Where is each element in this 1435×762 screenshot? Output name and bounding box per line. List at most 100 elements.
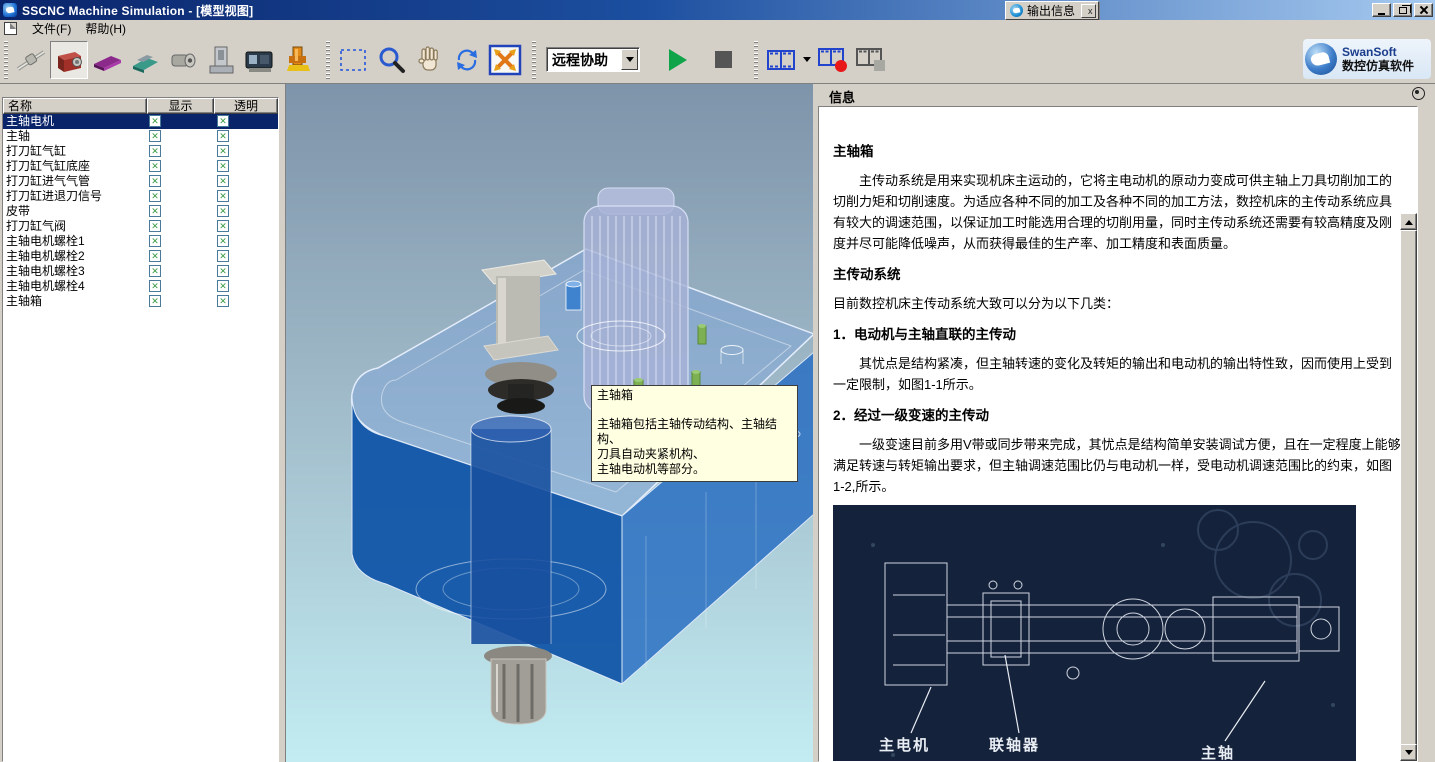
show-checkbox[interactable]: ✕: [149, 220, 161, 232]
combo-dropdown-button[interactable]: [621, 49, 638, 70]
show-checkbox[interactable]: ✕: [149, 295, 161, 307]
show-checkbox[interactable]: ✕: [149, 250, 161, 262]
tool-worktable-button[interactable]: [88, 41, 126, 79]
table-row[interactable]: 主轴✕✕: [3, 129, 278, 144]
transparent-checkbox[interactable]: ✕: [217, 295, 229, 307]
movie-dropdown-button[interactable]: [800, 41, 814, 79]
window-title: SSCNC Machine Simulation - [模型视图]: [22, 2, 253, 19]
pin-icon[interactable]: [1412, 87, 1425, 100]
menu-item-1[interactable]: 帮助(H): [78, 19, 133, 38]
ballscrew-icon: [15, 44, 47, 76]
transparent-checkbox[interactable]: ✕: [217, 265, 229, 277]
zoom-button[interactable]: [372, 41, 410, 79]
pan-button[interactable]: [410, 41, 448, 79]
table-row[interactable]: 打刀缸气缸 ✕ ✕: [3, 144, 278, 159]
show-checkbox[interactable]: ✕: [149, 190, 161, 202]
tooltip-title: 主轴箱: [597, 388, 791, 403]
table-row[interactable]: 主轴电机螺栓4 ✕ ✕: [3, 279, 278, 294]
show-checkbox[interactable]: ✕: [149, 265, 161, 277]
toolbar-grip[interactable]: [532, 41, 536, 79]
output-info-close-button[interactable]: x: [1081, 4, 1096, 18]
transparent-checkbox[interactable]: ✕: [217, 205, 229, 217]
part-name: 打刀缸气缸: [6, 144, 66, 159]
transparent-checkbox[interactable]: ✕: [217, 250, 229, 262]
remote-assist-combobox[interactable]: 远程协助: [546, 47, 640, 72]
transparent-checkbox[interactable]: ✕: [217, 190, 229, 202]
menu-item-0[interactable]: 文件(F): [25, 19, 78, 38]
table-row[interactable]: 打刀缸气缸底座✕✕: [3, 159, 278, 174]
movie-button[interactable]: [762, 41, 800, 79]
scrollbar-thumb[interactable]: [1400, 230, 1417, 762]
show-checkbox[interactable]: ✕: [149, 280, 161, 292]
transparent-checkbox[interactable]: ✕: [217, 160, 229, 172]
document-icon: [4, 22, 17, 35]
record-button[interactable]: [814, 41, 852, 79]
transparent-checkbox[interactable]: ✕: [217, 175, 229, 187]
show-checkbox[interactable]: ✕: [149, 175, 161, 187]
tool-saddle-button[interactable]: [126, 41, 164, 79]
column-header-show[interactable]: 显示: [147, 98, 214, 114]
tool-spindle-button[interactable]: [164, 41, 202, 79]
zoom-icon: [376, 45, 406, 75]
transparent-checkbox[interactable]: ✕: [217, 130, 229, 142]
table-row[interactable]: 打刀缸进气气管✕✕: [3, 174, 278, 189]
rotate-icon: [452, 45, 482, 75]
show-checkbox[interactable]: ✕: [149, 160, 161, 172]
output-info-icon: [1010, 4, 1023, 17]
tool-spindle-box-button[interactable]: [50, 41, 88, 79]
table-row[interactable]: 打刀缸气阀✕✕: [3, 219, 278, 234]
show-checkbox[interactable]: ✕: [149, 235, 161, 247]
part-name: 主轴电机螺栓4: [6, 279, 85, 294]
tooltip-line: 主轴箱包括主轴传动结构、主轴结构、: [597, 417, 791, 447]
tool-toolpost-button[interactable]: [278, 41, 316, 79]
transparent-checkbox[interactable]: ✕: [217, 145, 229, 157]
table-row[interactable]: 主轴电机螺栓2✕✕: [3, 249, 278, 264]
model-viewport[interactable]: 主轴箱 主轴箱包括主轴传动结构、主轴结构、刀具自动夹紧机构、主轴电动机等部分。: [285, 84, 813, 762]
scroll-up-button[interactable]: [1400, 213, 1417, 230]
play-button[interactable]: [660, 41, 698, 79]
spindle-figure-drawing: [833, 505, 1356, 762]
part-name: 主轴箱: [6, 294, 42, 309]
show-checkbox[interactable]: ✕: [149, 115, 161, 127]
restore-button[interactable]: [1393, 3, 1412, 17]
scroll-down-button[interactable]: [1400, 744, 1417, 761]
toolbar-grip[interactable]: [326, 41, 330, 79]
figure-label: 联轴器: [989, 735, 1040, 756]
toolbar-grip[interactable]: [4, 41, 8, 79]
title-bar[interactable]: SSCNC Machine Simulation - [模型视图] 输出信息 x: [0, 0, 1435, 20]
minimize-button[interactable]: [1372, 3, 1391, 17]
table-row[interactable]: 主轴电机螺栓3✕✕: [3, 264, 278, 279]
tool-column-button[interactable]: [202, 41, 240, 79]
stop-record-button[interactable]: [852, 41, 890, 79]
table-row[interactable]: 主轴电机螺栓1✕✕: [3, 234, 278, 249]
stop-button[interactable]: [704, 41, 742, 79]
table-row[interactable]: 主轴箱 ✕ ✕: [3, 294, 278, 309]
rotate-button[interactable]: [448, 41, 486, 79]
table-row[interactable]: 打刀缸进退刀信号✕✕: [3, 189, 278, 204]
section-paragraph: 一级变速目前多用V带或同步带来完成，其忧点是结构简单安装调试方便，且在一定程度上…: [833, 434, 1403, 497]
tool-machine-button[interactable]: [240, 41, 278, 79]
tool-ballscrew-button[interactable]: [12, 41, 50, 79]
show-checkbox[interactable]: ✕: [149, 205, 161, 217]
transparent-checkbox[interactable]: ✕: [217, 235, 229, 247]
show-checkbox[interactable]: ✕: [149, 130, 161, 142]
transparent-checkbox[interactable]: ✕: [217, 220, 229, 232]
show-checkbox[interactable]: ✕: [149, 145, 161, 157]
toolbar-grip[interactable]: [754, 41, 758, 79]
brand-subtitle: 数控仿真软件: [1342, 59, 1414, 73]
info-panel-content: 主轴箱 主传动系统是用来实现机床主运动的，它将主电动机的原动力变成可供主轴上刀具…: [818, 106, 1418, 762]
transparent-checkbox[interactable]: ✕: [217, 280, 229, 292]
column-header-transparent[interactable]: 透明: [214, 98, 278, 114]
close-button[interactable]: [1414, 3, 1433, 17]
app-icon: [3, 3, 17, 17]
table-row[interactable]: 主轴电机✕✕: [3, 114, 278, 129]
table-row[interactable]: 皮带✕✕: [3, 204, 278, 219]
output-info-floating-window[interactable]: 输出信息 x: [1005, 1, 1099, 20]
menu-bar: 文件(F)帮助(H): [0, 20, 1435, 36]
fit-view-button[interactable]: [486, 41, 524, 79]
minimize-icon: [1378, 13, 1385, 15]
scrollbar[interactable]: [1400, 213, 1417, 761]
column-header-name[interactable]: 名称: [3, 98, 147, 114]
select-region-button[interactable]: [334, 41, 372, 79]
transparent-checkbox[interactable]: ✕: [217, 115, 229, 127]
